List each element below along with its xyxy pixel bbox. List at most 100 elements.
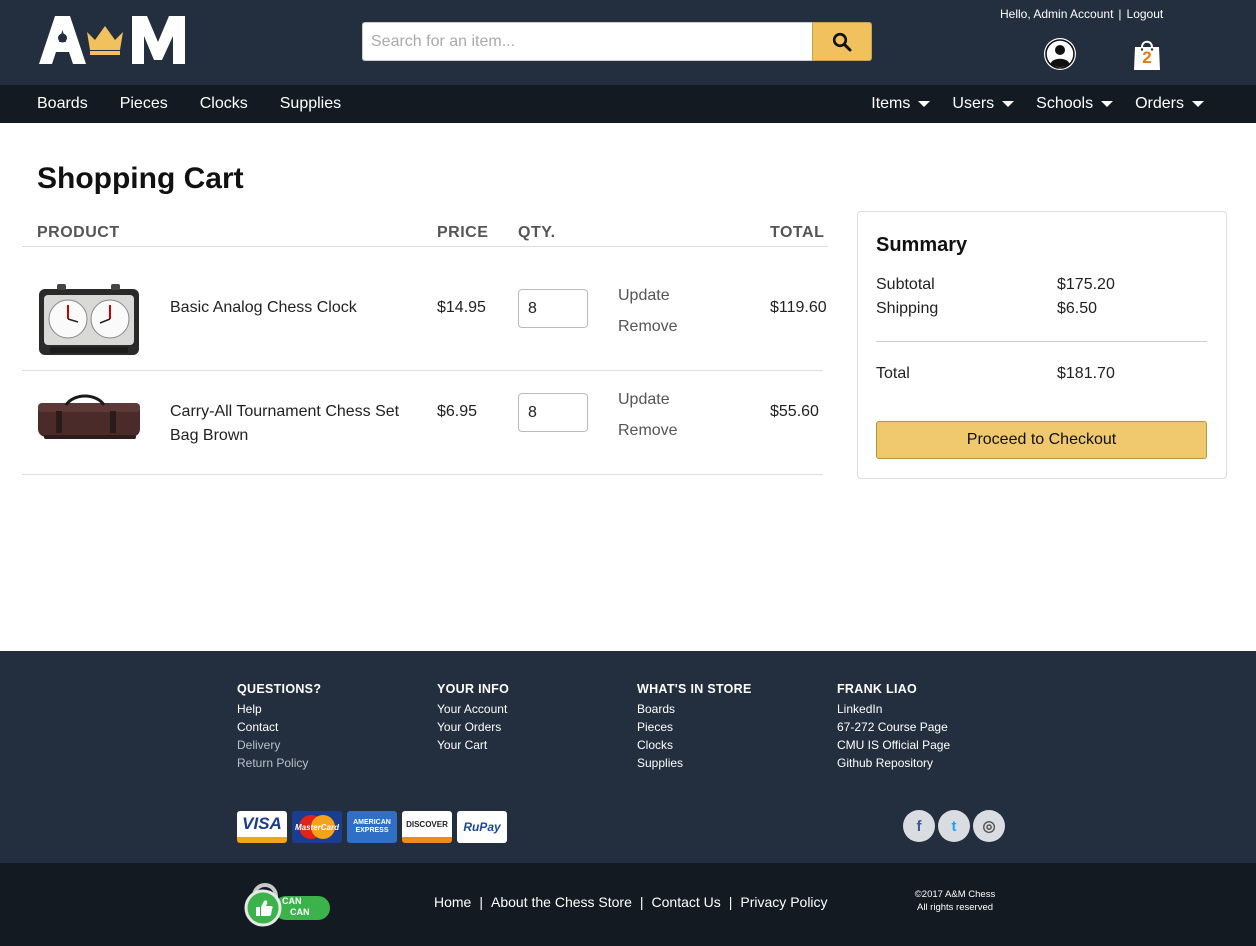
greeting-text: Hello, Admin Account xyxy=(1000,7,1114,21)
store-logo[interactable] xyxy=(37,12,189,68)
footer-about-link[interactable]: About the Chess Store xyxy=(491,894,632,910)
account-greeting: Hello, Admin Account | Logout xyxy=(1000,7,1220,21)
footer-questions-column: QUESTIONS? Help Contact Delivery Return … xyxy=(237,682,321,772)
cancan-badge-line: CAN xyxy=(282,896,302,906)
footer-link-your-orders[interactable]: Your Orders xyxy=(437,718,509,736)
footer-link-contact[interactable]: Contact xyxy=(237,718,321,736)
footer-contact-link[interactable]: Contact Us xyxy=(652,894,721,910)
footer-link-your-account[interactable]: Your Account xyxy=(437,700,509,718)
footer-link-supplies[interactable]: Supplies xyxy=(637,754,752,772)
items-dropdown[interactable]: Items xyxy=(871,95,931,113)
chevron-down-icon xyxy=(1101,101,1114,107)
line-total: $55.60 xyxy=(770,403,819,420)
chevron-down-icon xyxy=(918,101,931,107)
schools-dropdown[interactable]: Schools xyxy=(1036,95,1114,113)
cart-table-header: PRODUCT PRICE QTY. TOTAL xyxy=(22,222,828,247)
link-separator: | xyxy=(479,894,483,910)
footer-heading: FRANK LIAO xyxy=(837,682,918,696)
amex-card-icon: AMERICAN EXPRESS xyxy=(347,811,397,843)
nav-boards[interactable]: Boards xyxy=(37,95,88,113)
top-header: Hello, Admin Account | Logout 2 xyxy=(0,0,1256,85)
col-qty: QTY. xyxy=(518,224,556,241)
footer-bottom-links: Home | About the Chess Store | Contact U… xyxy=(434,894,828,910)
summary-title: Summary xyxy=(876,234,968,256)
users-dropdown-label: Users xyxy=(952,95,995,112)
items-dropdown-label: Items xyxy=(871,95,911,112)
admin-nav: Items Users Schools Orders xyxy=(849,85,1204,123)
category-nav: Boards Pieces Clocks Supplies xyxy=(37,85,373,123)
footer-link-help[interactable]: Help xyxy=(237,700,321,718)
order-summary: Summary Subtotal $175.20 Shipping $6.50 … xyxy=(857,211,1227,479)
footer-bottom-bar: CAN CAN Home | About the Chess Store | C… xyxy=(0,863,1256,946)
rupay-card-icon: RuPay xyxy=(457,811,507,843)
footer-heading: QUESTIONS? xyxy=(237,682,322,696)
chevron-down-icon xyxy=(1192,101,1204,107)
search-input[interactable] xyxy=(362,22,812,61)
greeting-separator: | xyxy=(1118,7,1122,21)
search-button[interactable] xyxy=(812,22,872,61)
main-nav: Boards Pieces Clocks Supplies Items User… xyxy=(0,85,1256,123)
copyright: ©2017 A&M Chess All rights reserved xyxy=(900,888,1010,914)
footer-link-github[interactable]: Github Repository xyxy=(837,754,950,772)
orders-dropdown[interactable]: Orders xyxy=(1135,95,1204,113)
summary-divider xyxy=(876,341,1207,342)
cart-count-badge: 2 xyxy=(1142,48,1152,67)
footer-link-cmu-is[interactable]: CMU IS Official Page xyxy=(837,736,950,754)
footer-link-boards[interactable]: Boards xyxy=(637,700,752,718)
update-link[interactable]: Update xyxy=(618,287,670,305)
mastercard-card-icon: MasterCard xyxy=(292,811,342,843)
footer-author-column: FRANK LIAO LinkedIn 67-272 Course Page C… xyxy=(837,682,950,772)
product-name[interactable]: Carry-All Tournament Chess Set Bag Brown xyxy=(170,400,420,448)
nav-pieces[interactable]: Pieces xyxy=(120,95,168,113)
footer-link-course-page[interactable]: 67-272 Course Page xyxy=(837,718,950,736)
subtotal-label: Subtotal xyxy=(876,276,935,293)
subtotal-value: $175.20 xyxy=(1057,276,1115,293)
update-link[interactable]: Update xyxy=(618,391,670,409)
footer-link-your-cart[interactable]: Your Cart xyxy=(437,736,509,754)
user-account-icon[interactable] xyxy=(1043,37,1077,71)
chevron-down-icon xyxy=(1002,101,1015,107)
search-bar xyxy=(362,22,872,61)
cart-row: Carry-All Tournament Chess Set Bag Brown… xyxy=(22,371,823,475)
schools-dropdown-label: Schools xyxy=(1036,95,1094,112)
quantity-input[interactable] xyxy=(518,393,588,432)
footer-link-delivery[interactable]: Delivery xyxy=(237,736,321,754)
product-price: $6.95 xyxy=(437,403,478,420)
cancan-badge-text: CAN CAN xyxy=(282,896,310,918)
footer-link-return-policy[interactable]: Return Policy xyxy=(237,754,321,772)
users-dropdown[interactable]: Users xyxy=(952,95,1015,113)
product-name[interactable]: Basic Analog Chess Clock xyxy=(170,296,420,320)
nav-supplies[interactable]: Supplies xyxy=(280,95,341,113)
footer-your-info-column: YOUR INFO Your Account Your Orders Your … xyxy=(437,682,509,754)
footer-link-clocks[interactable]: Clocks xyxy=(637,736,752,754)
footer-heading: YOUR INFO xyxy=(437,682,510,696)
logout-link[interactable]: Logout xyxy=(1127,7,1164,21)
footer-link-linkedin[interactable]: LinkedIn xyxy=(837,700,950,718)
copyright-line: All rights reserved xyxy=(916,902,994,913)
twitter-icon[interactable]: t xyxy=(938,810,970,842)
product-price: $14.95 xyxy=(437,299,486,316)
footer-privacy-link[interactable]: Privacy Policy xyxy=(740,894,827,910)
remove-link[interactable]: Remove xyxy=(618,422,678,440)
shipping-label: Shipping xyxy=(876,300,939,317)
proceed-to-checkout-button[interactable]: Proceed to Checkout xyxy=(876,421,1207,459)
nav-clocks[interactable]: Clocks xyxy=(200,95,248,113)
link-separator: | xyxy=(728,894,733,910)
orders-dropdown-label: Orders xyxy=(1135,95,1184,112)
instagram-icon[interactable]: ◎ xyxy=(973,810,1005,842)
quantity-input[interactable] xyxy=(518,289,588,328)
footer-home-link[interactable]: Home xyxy=(434,894,471,910)
footer: QUESTIONS? Help Contact Delivery Return … xyxy=(0,651,1256,863)
footer-store-column: WHAT'S IN STORE Boards Pieces Clocks Sup… xyxy=(637,682,752,772)
social-links: f t ◎ xyxy=(903,810,1008,842)
copyright-line: ©2017 A&M Chess xyxy=(914,889,996,900)
remove-link[interactable]: Remove xyxy=(618,318,678,336)
discover-card-icon: DISCOVER xyxy=(402,811,452,843)
footer-link-pieces[interactable]: Pieces xyxy=(637,718,752,736)
mastercard-label: MasterCard xyxy=(294,822,339,832)
chess-bag-image[interactable] xyxy=(36,391,142,451)
cancan-badge-line: CAN xyxy=(290,907,310,917)
chess-clock-image[interactable] xyxy=(36,279,142,357)
payment-methods: VISA MasterCard AMERICAN EXPRESS DISCOVE… xyxy=(237,811,512,843)
facebook-icon[interactable]: f xyxy=(903,810,935,842)
